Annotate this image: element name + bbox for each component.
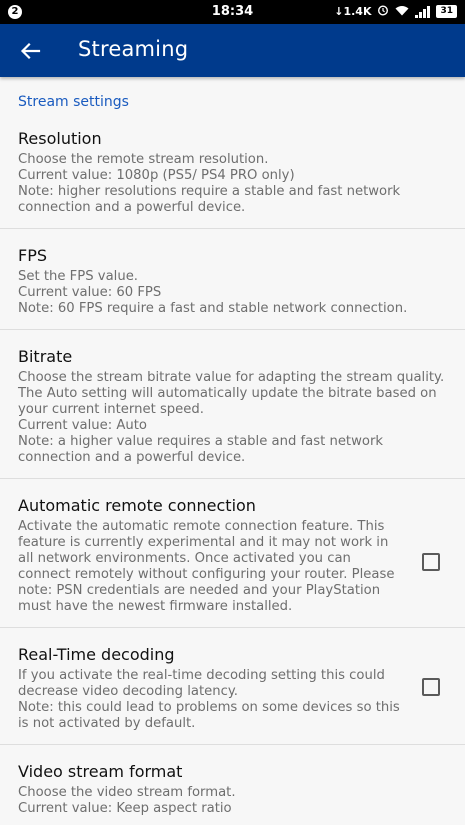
pref-real-time-decoding[interactable]: Real-Time decoding If you activate the r…: [0, 628, 465, 745]
back-arrow-icon: [20, 42, 41, 60]
pref-summary-line: If you activate the real-time decoding s…: [18, 668, 385, 699]
pref-summary-line: Current value: Auto: [18, 418, 147, 433]
app-bar: Streaming: [0, 24, 465, 77]
pref-title: Resolution: [18, 129, 102, 148]
pref-title: Video stream format: [18, 762, 183, 781]
real-time-decoding-checkbox[interactable]: [422, 678, 440, 696]
pref-summary-line: Current value: Keep aspect ratio: [18, 801, 232, 816]
automatic-remote-connection-checkbox[interactable]: [422, 553, 440, 571]
section-header: Stream settings: [18, 94, 129, 110]
pref-video-stream-format[interactable]: Video stream format Choose the video str…: [0, 745, 465, 825]
pref-automatic-remote-connection[interactable]: Automatic remote connection Activate the…: [0, 479, 465, 628]
pref-summary-line: Note: a higher value requires a stable a…: [18, 434, 384, 465]
pref-summary-line: Choose the stream bitrate value for adap…: [18, 370, 445, 417]
settings-list[interactable]: Stream settings Resolution Choose the re…: [0, 77, 465, 825]
network-speed: ↓1.4K: [334, 5, 371, 18]
alarm-icon: [377, 4, 389, 19]
pref-title: Real-Time decoding: [18, 645, 175, 664]
status-bar: 2 18:34 ↓1.4K 31: [0, 0, 465, 24]
pref-summary-line: Activate the automatic remote connection…: [18, 519, 395, 614]
pref-summary-line: Choose the video stream format.: [18, 785, 236, 800]
pref-summary-line: Current value: 1080p (PS5/ PS4 PRO only): [18, 168, 295, 183]
pref-summary-line: Note: this could lead to problems on som…: [18, 700, 400, 731]
pref-resolution[interactable]: Resolution Choose the remote stream reso…: [0, 121, 465, 229]
pref-title: Bitrate: [18, 347, 73, 366]
network-speed-value: 1.4K: [343, 5, 372, 18]
pref-title: FPS: [18, 246, 48, 265]
signal-icon: [415, 5, 431, 18]
status-icons: ↓1.4K 31: [334, 4, 457, 19]
pref-summary-line: Note: 60 FPS require a fast and stable n…: [18, 301, 408, 316]
battery-icon: 31: [436, 5, 457, 18]
pref-bitrate[interactable]: Bitrate Choose the stream bitrate value …: [0, 330, 465, 479]
page-title: Streaming: [78, 37, 189, 61]
pref-fps[interactable]: FPS Set the FPS value. Current value: 60…: [0, 229, 465, 330]
pref-summary-line: Choose the remote stream resolution.: [18, 152, 269, 167]
pref-summary-line: Note: higher resolutions require a stabl…: [18, 184, 401, 215]
pref-title: Automatic remote connection: [18, 496, 256, 515]
pref-summary-line: Set the FPS value.: [18, 269, 138, 284]
wifi-icon: [395, 5, 409, 19]
pref-summary-line: Current value: 60 FPS: [18, 285, 162, 300]
back-button[interactable]: [16, 37, 44, 65]
